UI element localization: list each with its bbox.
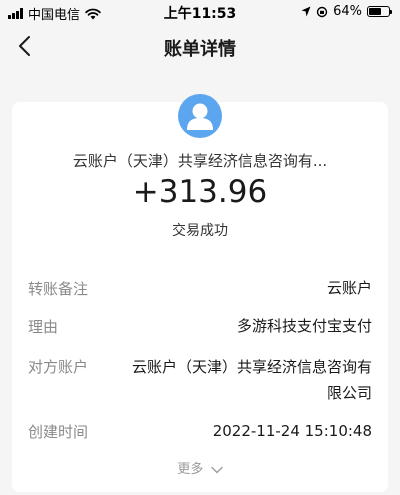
detail-value: 2022-11-24 15:10:48 <box>212 422 372 440</box>
orientation-lock-icon <box>316 6 328 17</box>
detail-label: 创建时间 <box>28 423 89 441</box>
detail-row-created-time: 创建时间 2022-11-24 15:10:48 <box>28 421 372 445</box>
battery-percent: 64% <box>333 4 362 19</box>
user-avatar-icon <box>178 94 222 138</box>
chevron-down-icon <box>210 466 223 473</box>
transaction-status: 交易成功 <box>172 223 228 239</box>
status-right: 64% <box>301 4 392 19</box>
detail-label: 转账备注 <box>28 280 89 298</box>
more-label: 更多 <box>177 462 204 477</box>
detail-value-line: 云账户（天津）共享经济信息咨询有 <box>131 358 372 376</box>
detail-label: 理由 <box>28 318 59 336</box>
bill-detail-card: 云账户（天津）共享经济信息咨询有... +313.96 交易成功 转账备注 云账… <box>12 94 388 492</box>
battery-icon <box>367 6 392 17</box>
location-icon <box>301 6 311 17</box>
more-button[interactable]: 更多 <box>12 458 388 477</box>
page-title: 账单详情 <box>164 39 236 60</box>
detail-row-reason: 理由 多游科技支付宝支付 <box>28 316 372 340</box>
detail-value: 多游科技支付宝支付 <box>236 317 372 335</box>
counterparty-name: 云账户（天津）共享经济信息咨询有... <box>72 152 328 170</box>
detail-value: 云账户（天津）共享经济信息咨询有 限公司 <box>132 354 372 406</box>
nav-bar: 账单详情 <box>0 24 400 68</box>
status-bar: 中国电信 上午11:53 64% <box>0 0 400 24</box>
detail-row-counterparty-account: 对方账户 云账户（天津）共享经济信息咨询有 限公司 <box>28 356 372 404</box>
detail-value: 云账户 <box>326 279 372 297</box>
detail-row-remark: 转账备注 云账户 <box>28 278 372 302</box>
detail-value-line: 限公司 <box>326 384 372 402</box>
battery-fill <box>369 8 382 15</box>
transaction-amount: +313.96 <box>132 174 268 210</box>
detail-label: 对方账户 <box>28 358 89 376</box>
